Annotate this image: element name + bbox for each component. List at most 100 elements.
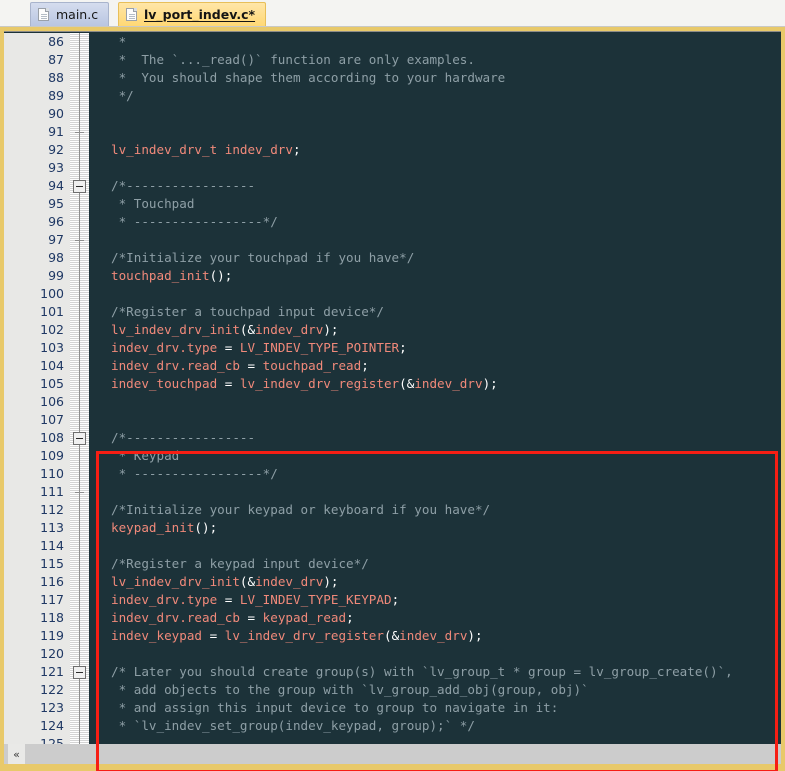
code-line[interactable]: [89, 537, 781, 555]
code-line[interactable]: * You should shape them according to you…: [89, 69, 781, 87]
code-line[interactable]: [89, 645, 781, 663]
code-line[interactable]: touchpad_init();: [89, 267, 781, 285]
code-line[interactable]: /*-----------------: [89, 429, 781, 447]
code-line[interactable]: [89, 483, 781, 501]
line-number: 86: [48, 34, 64, 49]
code-line[interactable]: [89, 123, 781, 141]
code-token: /*-----------------: [111, 178, 256, 193]
code-line[interactable]: * Keypad: [89, 447, 781, 465]
code-token: ;: [361, 358, 369, 373]
code-token: * You should shape them according to you…: [111, 70, 506, 85]
code-line[interactable]: /* Later you should create group(s) with…: [89, 663, 781, 681]
code-line[interactable]: indev_drv.read_cb = keypad_read;: [89, 609, 781, 627]
line-number: 102: [40, 322, 64, 337]
line-number: 116: [40, 574, 64, 589]
fold-collapse-icon[interactable]: [73, 180, 86, 193]
code-token: (&: [239, 322, 256, 337]
code-line[interactable]: indev_drv.read_cb = touchpad_read;: [89, 357, 781, 375]
code-line[interactable]: keypad_init();: [89, 519, 781, 537]
line-number: 96: [48, 214, 64, 229]
code-line[interactable]: * The `..._read()` function are only exa…: [89, 51, 781, 69]
code-line[interactable]: * `lv_indev_set_group(indev_keypad, grou…: [89, 717, 781, 735]
code-token: =: [202, 628, 225, 643]
code-token: ();: [194, 520, 218, 535]
code-folding-column[interactable]: [70, 33, 89, 745]
code-token: lv_indev_drv_register: [239, 376, 400, 391]
code-token: indev_drv.read_cb: [111, 358, 240, 373]
code-token: indev_drv.type: [111, 592, 218, 607]
line-number: 106: [40, 394, 64, 409]
code-line[interactable]: lv_indev_drv_init(&indev_drv);: [89, 321, 781, 339]
code-token: * The `..._read()` function are only exa…: [111, 52, 475, 67]
code-token: /*Initialize your keypad or keyboard if …: [111, 502, 491, 517]
fold-collapse-icon[interactable]: [73, 666, 86, 679]
code-line[interactable]: */: [89, 87, 781, 105]
tab-main-c[interactable]: main.c: [30, 2, 110, 26]
code-line[interactable]: [89, 411, 781, 429]
fold-end-tick-icon: [75, 240, 84, 241]
code-line[interactable]: [89, 231, 781, 249]
tab-lv-port-indev-c[interactable]: lv_port_indev.c*: [118, 2, 267, 26]
code-token: indev_drv: [414, 376, 483, 391]
horizontal-scrollbar[interactable]: «: [0, 744, 785, 764]
code-line[interactable]: /*Initialize your keypad or keyboard if …: [89, 501, 781, 519]
code-line[interactable]: * and assign this input device to group …: [89, 699, 781, 717]
code-line[interactable]: [89, 393, 781, 411]
code-line[interactable]: [89, 159, 781, 177]
code-line[interactable]: [89, 285, 781, 303]
code-line[interactable]: *: [89, 33, 781, 51]
code-token: ;: [292, 142, 301, 157]
code-token: * and assign this input device to group …: [111, 700, 559, 715]
code-token: touchpad_init: [111, 268, 210, 283]
line-number: 117: [40, 592, 64, 607]
code-line[interactable]: indev_drv.type = LV_INDEV_TYPE_KEYPAD;: [89, 591, 781, 609]
code-token: keypad_init: [111, 520, 195, 535]
code-token: =: [239, 358, 263, 373]
code-token: /*Register a keypad input device*/: [111, 556, 369, 571]
code-line[interactable]: [89, 105, 781, 123]
code-token: *: [111, 34, 127, 49]
code-line[interactable]: lv_indev_drv_t indev_drv;: [89, 141, 781, 159]
code-line[interactable]: indev_touchpad = lv_indev_drv_register(&…: [89, 375, 781, 393]
code-line[interactable]: /*Initialize your touchpad if you have*/: [89, 249, 781, 267]
code-token: /*Initialize your touchpad if you have*/: [111, 250, 415, 265]
code-token: =: [239, 610, 263, 625]
fold-collapse-icon[interactable]: [73, 432, 86, 445]
line-number: 93: [48, 160, 64, 175]
code-line[interactable]: * Touchpad: [89, 195, 781, 213]
line-number: 109: [40, 448, 64, 463]
code-line[interactable]: indev_drv.type = LV_INDEV_TYPE_POINTER;: [89, 339, 781, 357]
code-line[interactable]: indev_keypad = lv_indev_drv_register(&in…: [89, 627, 781, 645]
code-token: );: [323, 574, 339, 589]
line-number: 120: [40, 646, 64, 661]
line-number: 124: [40, 718, 64, 733]
line-number: 123: [40, 700, 64, 715]
code-line[interactable]: /*-----------------: [89, 177, 781, 195]
code-line[interactable]: * -----------------*/: [89, 213, 781, 231]
code-token: LV_INDEV_TYPE_POINTER: [239, 340, 400, 355]
scroll-left-button[interactable]: «: [8, 744, 25, 764]
code-line[interactable]: lv_indev_drv_init(&indev_drv);: [89, 573, 781, 591]
code-token: indev_drv: [399, 628, 468, 643]
code-token: );: [482, 376, 498, 391]
line-number: 105: [40, 376, 64, 391]
line-number: 113: [40, 520, 64, 535]
scrollbar-track[interactable]: [25, 744, 777, 764]
line-number: 87: [48, 52, 64, 67]
code-token: (&: [383, 628, 400, 643]
code-line[interactable]: * -----------------*/: [89, 465, 781, 483]
code-line[interactable]: * add objects to the group with `lv_grou…: [89, 681, 781, 699]
code-line[interactable]: /*Register a keypad input device*/: [89, 555, 781, 573]
code-token: ;: [399, 340, 407, 355]
code-token: =: [217, 592, 240, 607]
code-token: lv_indev_drv_init: [111, 574, 240, 589]
code-line[interactable]: /*Register a touchpad input device*/: [89, 303, 781, 321]
code-token: indev_drv: [255, 574, 324, 589]
code-token: LV_INDEV_TYPE_KEYPAD: [239, 592, 392, 607]
code-token: =: [217, 340, 240, 355]
code-token: /* Later you should create group(s) with…: [111, 664, 733, 679]
code-token: (&: [399, 376, 415, 391]
line-number: 92: [48, 142, 64, 157]
line-number: 91: [48, 124, 64, 139]
code-text-area[interactable]: * * The `..._read()` function are only e…: [89, 33, 781, 745]
